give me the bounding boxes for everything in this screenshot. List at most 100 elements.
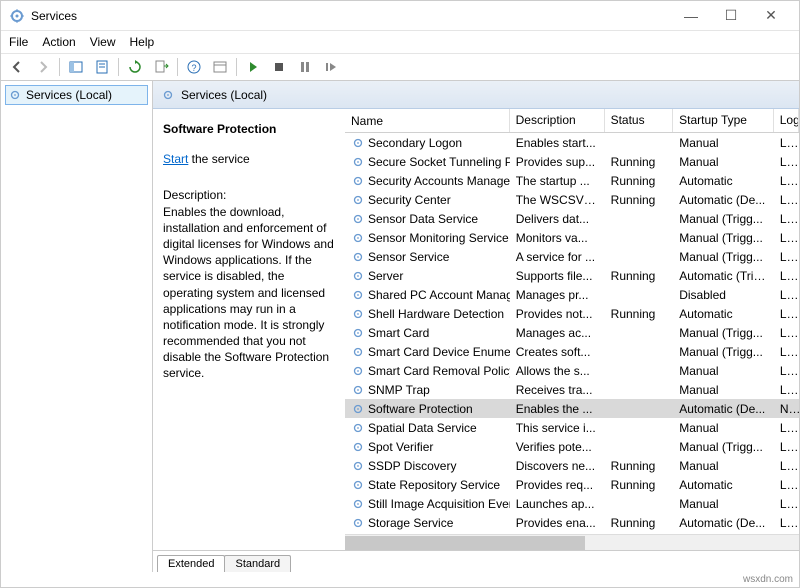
forward-button[interactable] (31, 56, 55, 78)
service-logon: Loc (774, 420, 799, 436)
service-status (605, 332, 674, 334)
service-desc: Receives tra... (510, 382, 605, 398)
service-row[interactable]: Smart Card Device Enumerat...Creates sof… (345, 342, 799, 361)
service-status (605, 503, 674, 505)
menu-view[interactable]: View (90, 35, 116, 49)
service-row[interactable]: State Repository ServiceProvides req...R… (345, 475, 799, 494)
detail-pane: Software Protection Start the service De… (153, 109, 345, 550)
menu-action[interactable]: Action (42, 35, 75, 49)
pause-service-button[interactable] (293, 56, 317, 78)
main-header: Services (Local) (153, 81, 799, 109)
col-status[interactable]: Status (605, 109, 674, 132)
service-status (605, 237, 674, 239)
service-logon: Loc (774, 306, 799, 322)
toolbar-separator (59, 58, 60, 76)
col-startup[interactable]: Startup Type (673, 109, 774, 132)
service-row[interactable]: Storage ServiceProvides ena...RunningAut… (345, 513, 799, 532)
service-row[interactable]: Shared PC Account ManagerManages pr...Di… (345, 285, 799, 304)
service-row[interactable]: Software ProtectionEnables the ...Automa… (345, 399, 799, 418)
service-row[interactable]: Shell Hardware DetectionProvides not...R… (345, 304, 799, 323)
service-status (605, 256, 674, 258)
service-status (605, 218, 674, 220)
col-name[interactable]: Name (345, 109, 510, 132)
service-desc: Manages ac... (510, 325, 605, 341)
show-hide-tree-button[interactable] (64, 56, 88, 78)
tab-extended[interactable]: Extended (157, 555, 225, 572)
service-logon: Loc (774, 154, 799, 170)
restart-service-button[interactable] (319, 56, 343, 78)
horizontal-scrollbar[interactable] (345, 534, 799, 550)
col-description[interactable]: Description (510, 109, 605, 132)
service-desc: Launches ap... (510, 496, 605, 512)
service-logon: Loc (774, 211, 799, 227)
service-row[interactable]: Security CenterThe WSCSVC...RunningAutom… (345, 190, 799, 209)
service-desc: The startup ... (510, 173, 605, 189)
service-desc: Discovers ne... (510, 458, 605, 474)
service-desc: This service i... (510, 420, 605, 436)
service-status: Running (605, 192, 674, 208)
service-name: Spatial Data Service (368, 421, 477, 435)
menubar: File Action View Help (1, 31, 799, 53)
start-link[interactable]: Start (163, 152, 188, 166)
back-button[interactable] (5, 56, 29, 78)
properties-button[interactable] (208, 56, 232, 78)
service-name: Spot Verifier (368, 440, 433, 454)
gear-icon (161, 88, 175, 102)
service-logon: Loc (774, 325, 799, 341)
minimize-button[interactable]: — (671, 2, 711, 30)
service-row[interactable]: ServerSupports file...RunningAutomatic (… (345, 266, 799, 285)
gear-icon (351, 516, 365, 530)
menu-help[interactable]: Help (130, 35, 155, 49)
service-desc: Enables the ... (510, 401, 605, 417)
export-button[interactable] (149, 56, 173, 78)
service-row[interactable]: Sensor ServiceA service for ...Manual (T… (345, 247, 799, 266)
service-name: Security Center (368, 193, 451, 207)
service-startup: Automatic (De... (673, 192, 774, 208)
service-row[interactable]: Security Accounts ManagerThe startup ...… (345, 171, 799, 190)
service-row[interactable]: Spatial Data ServiceThis service i...Man… (345, 418, 799, 437)
service-startup: Manual (Trigg... (673, 325, 774, 341)
start-service-button[interactable] (241, 56, 265, 78)
view-tabs: Extended Standard (153, 550, 799, 572)
tab-standard[interactable]: Standard (224, 555, 291, 572)
service-startup: Manual (Trigg... (673, 230, 774, 246)
service-row[interactable]: Sensor Data ServiceDelivers dat...Manual… (345, 209, 799, 228)
service-row[interactable]: Sensor Monitoring ServiceMonitors va...M… (345, 228, 799, 247)
gear-icon (351, 212, 365, 226)
menu-file[interactable]: File (9, 35, 28, 49)
refresh-button[interactable] (123, 56, 147, 78)
service-row[interactable]: Still Image Acquisition EventsLaunches a… (345, 494, 799, 513)
service-logon: Loc (774, 192, 799, 208)
properties-toolbar-button[interactable] (90, 56, 114, 78)
service-row[interactable]: Smart Card Removal PolicyAllows the s...… (345, 361, 799, 380)
description-label: Description: (163, 187, 335, 203)
stop-service-button[interactable] (267, 56, 291, 78)
service-status: Running (605, 515, 674, 531)
close-button[interactable]: ✕ (751, 2, 791, 30)
maximize-button[interactable]: ☐ (711, 2, 751, 30)
service-status: Running (605, 154, 674, 170)
service-name: Sensor Service (368, 250, 449, 264)
service-status: Running (605, 268, 674, 284)
service-startup: Automatic (De... (673, 515, 774, 531)
gear-icon (351, 421, 365, 435)
service-desc: Provides sup... (510, 154, 605, 170)
col-logon[interactable]: Log (774, 109, 799, 132)
service-row[interactable]: Secondary LogonEnables start...ManualLoc (345, 133, 799, 152)
service-name: Sensor Data Service (368, 212, 478, 226)
service-row[interactable]: Secure Socket Tunneling Pro...Provides s… (345, 152, 799, 171)
service-desc: Verifies pote... (510, 439, 605, 455)
service-row[interactable]: SNMP TrapReceives tra...ManualLoc (345, 380, 799, 399)
tree-item-services-local[interactable]: Services (Local) (5, 85, 148, 105)
service-row[interactable]: SSDP DiscoveryDiscovers ne...RunningManu… (345, 456, 799, 475)
service-name: Secure Socket Tunneling Pro... (368, 155, 510, 169)
service-row[interactable]: Smart CardManages ac...Manual (Trigg...L… (345, 323, 799, 342)
service-logon: Loc (774, 173, 799, 189)
service-startup: Manual (Trigg... (673, 211, 774, 227)
service-row[interactable]: Spot VerifierVerifies pote...Manual (Tri… (345, 437, 799, 456)
help-button[interactable]: ? (182, 56, 206, 78)
column-headers: Name Description Status Startup Type Log (345, 109, 799, 133)
service-status: Running (605, 306, 674, 322)
service-logon: Loc (774, 439, 799, 455)
gear-icon (351, 383, 365, 397)
